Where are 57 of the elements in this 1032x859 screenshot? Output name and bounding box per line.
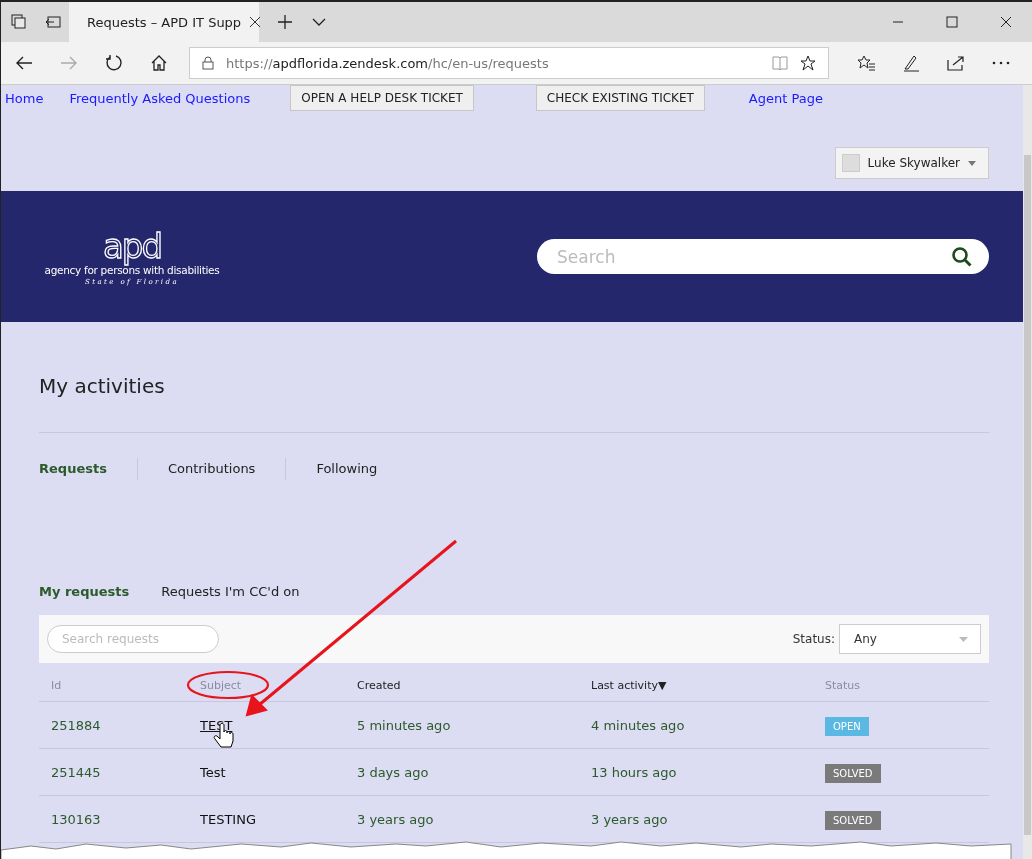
request-id: 130163 bbox=[51, 811, 101, 827]
pen-icon[interactable] bbox=[902, 54, 920, 72]
caret-icon bbox=[968, 160, 976, 166]
close-icon[interactable] bbox=[249, 16, 262, 28]
nav-link[interactable]: Agent Page bbox=[748, 90, 823, 106]
status-dropdown[interactable]: Any bbox=[839, 624, 981, 654]
tabs-icon[interactable] bbox=[11, 14, 27, 30]
column-header[interactable]: Created bbox=[345, 669, 579, 702]
browser-tab[interactable]: Requests – APD IT Supp bbox=[69, 2, 259, 42]
star-icon[interactable] bbox=[800, 55, 816, 71]
request-subject-link[interactable]: TESTING bbox=[200, 811, 256, 827]
user-menu[interactable]: Luke Skywalker bbox=[834, 147, 989, 179]
lock-icon bbox=[202, 56, 214, 70]
new-tab-icon[interactable] bbox=[277, 14, 293, 30]
status-badge: SOLVED bbox=[825, 810, 881, 830]
request-id: 251884 bbox=[51, 717, 101, 733]
activity-tab[interactable]: Following bbox=[285, 458, 408, 480]
refresh-icon[interactable] bbox=[105, 54, 123, 72]
activity-time: 4 minutes ago bbox=[591, 717, 685, 733]
close-icon[interactable] bbox=[1000, 16, 1012, 28]
requests-tab[interactable]: Requests I'm CC'd on bbox=[161, 583, 300, 599]
search-icon[interactable] bbox=[951, 246, 973, 268]
home-icon[interactable] bbox=[150, 54, 168, 72]
requests-tab[interactable]: My requests bbox=[39, 583, 130, 599]
request-subject-link[interactable]: Test bbox=[200, 764, 226, 780]
column-header[interactable]: Last activity▼ bbox=[579, 669, 813, 702]
column-header: Id bbox=[39, 669, 188, 702]
favorites-icon[interactable] bbox=[857, 55, 875, 71]
caret-icon bbox=[959, 636, 968, 642]
nav-link[interactable]: Home bbox=[5, 90, 44, 106]
nav-button[interactable]: OPEN A HELP DESK TICKET bbox=[290, 85, 474, 111]
column-header: Status bbox=[813, 669, 989, 702]
created-time: 3 years ago bbox=[357, 811, 434, 827]
avatar-icon bbox=[841, 154, 860, 172]
more-icon[interactable] bbox=[992, 61, 1010, 65]
created-time: 3 days ago bbox=[357, 764, 429, 780]
status-badge: OPEN bbox=[825, 716, 869, 736]
activity-time: 3 years ago bbox=[591, 811, 668, 827]
activity-tab[interactable]: Contributions bbox=[136, 458, 286, 480]
share-icon[interactable] bbox=[947, 55, 965, 71]
nav-link[interactable]: Frequently Asked Questions bbox=[69, 90, 251, 106]
page-title: My activities bbox=[39, 374, 166, 398]
scrollbar[interactable] bbox=[1023, 85, 1032, 859]
status-badge: SOLVED bbox=[825, 763, 881, 783]
search-field[interactable]: Search bbox=[537, 239, 989, 274]
back-icon[interactable] bbox=[15, 55, 33, 71]
maximize-icon[interactable] bbox=[946, 16, 958, 28]
logo[interactable]: apd bbox=[103, 227, 161, 264]
address-field[interactable]: https://apdflorida.zendesk.com/hc/en-us/requests bbox=[189, 47, 829, 79]
set-aside-icon[interactable] bbox=[45, 14, 61, 30]
activity-time: 13 hours ago bbox=[591, 764, 677, 780]
status-label: Status: bbox=[792, 632, 835, 646]
activity-tab[interactable]: Requests bbox=[39, 458, 137, 480]
search-requests-field[interactable]: Search requests bbox=[47, 625, 219, 653]
created-time: 5 minutes ago bbox=[357, 717, 451, 733]
request-id: 251445 bbox=[51, 764, 101, 780]
nav-button[interactable]: CHECK EXISTING TICKET bbox=[535, 85, 705, 111]
